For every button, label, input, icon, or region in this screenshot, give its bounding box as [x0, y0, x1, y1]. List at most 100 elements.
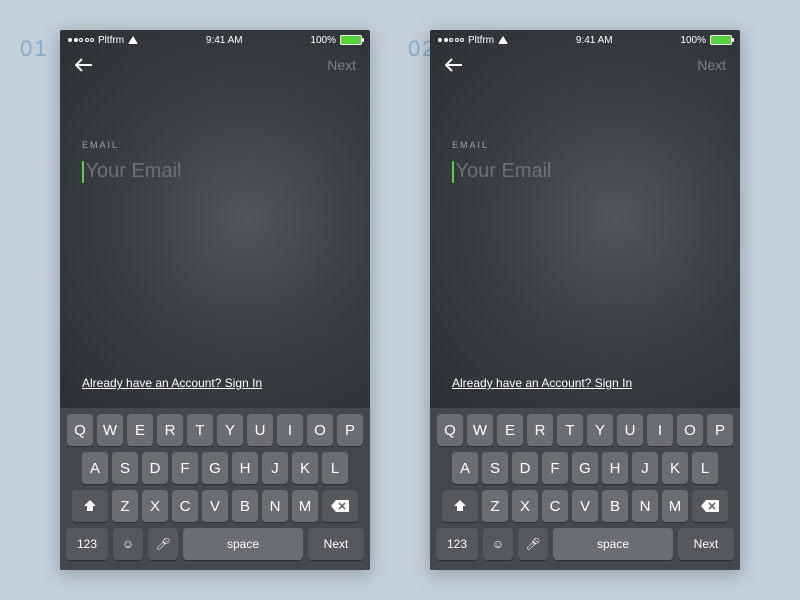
key-l[interactable]: L — [322, 452, 348, 484]
dictation-key[interactable]: 🎤︎ — [518, 528, 548, 560]
key-w[interactable]: W — [97, 414, 123, 446]
key-s[interactable]: S — [112, 452, 138, 484]
battery-icon — [340, 35, 362, 45]
key-b[interactable]: B — [232, 490, 258, 522]
keyboard: QWERTYUIOP ASDFGHJKL ZXCVBNM 123 ☺ 🎤︎ sp… — [430, 408, 740, 570]
key-n[interactable]: N — [262, 490, 288, 522]
key-t[interactable]: T — [557, 414, 583, 446]
key-z[interactable]: Z — [482, 490, 508, 522]
emoji-key[interactable]: ☺ — [113, 528, 143, 560]
carrier-label: Pltfrm — [98, 35, 124, 46]
arrow-left-icon — [75, 58, 93, 72]
email-field[interactable]: Your Email — [82, 160, 348, 183]
key-m[interactable]: M — [662, 490, 688, 522]
key-u[interactable]: U — [247, 414, 273, 446]
status-bar: Pltfrm 9:41 AM 100% — [430, 30, 740, 48]
email-placeholder: Your Email — [456, 160, 552, 183]
sign-in-link[interactable]: Already have an Account? Sign In — [452, 376, 632, 390]
email-label: EMAIL — [452, 140, 718, 150]
key-y[interactable]: Y — [587, 414, 613, 446]
key-z[interactable]: Z — [112, 490, 138, 522]
key-f[interactable]: F — [542, 452, 568, 484]
key-c[interactable]: C — [542, 490, 568, 522]
backspace-key[interactable] — [322, 490, 358, 522]
carrier-label: Pltfrm — [468, 35, 494, 46]
back-button[interactable] — [444, 55, 464, 75]
email-field[interactable]: Your Email — [452, 160, 718, 183]
key-d[interactable]: D — [142, 452, 168, 484]
key-q[interactable]: Q — [67, 414, 93, 446]
key-g[interactable]: G — [202, 452, 228, 484]
arrow-left-icon — [445, 58, 463, 72]
shift-key[interactable] — [442, 490, 478, 522]
phone-screen-1: Pltfrm 9:41 AM 100% Next EMAIL Your Emai… — [60, 30, 370, 570]
key-v[interactable]: V — [202, 490, 228, 522]
signal-dots-icon — [68, 38, 94, 42]
mic-icon: 🎤︎ — [525, 537, 540, 551]
mic-icon: 🎤︎ — [155, 537, 170, 551]
key-j[interactable]: J — [632, 452, 658, 484]
key-p[interactable]: P — [337, 414, 363, 446]
space-key[interactable]: space — [183, 528, 303, 560]
space-key[interactable]: space — [553, 528, 673, 560]
back-button[interactable] — [74, 55, 94, 75]
key-e[interactable]: E — [127, 414, 153, 446]
key-h[interactable]: H — [232, 452, 258, 484]
key-c[interactable]: C — [172, 490, 198, 522]
key-a[interactable]: A — [82, 452, 108, 484]
key-r[interactable]: R — [157, 414, 183, 446]
key-l[interactable]: L — [692, 452, 718, 484]
dictation-key[interactable]: 🎤︎ — [148, 528, 178, 560]
screen-index-01: 01 — [20, 36, 48, 62]
text-cursor-icon — [452, 161, 454, 183]
backspace-icon — [701, 500, 719, 512]
key-b[interactable]: B — [602, 490, 628, 522]
key-y[interactable]: Y — [217, 414, 243, 446]
next-button[interactable]: Next — [697, 57, 726, 73]
key-n[interactable]: N — [632, 490, 658, 522]
emoji-key[interactable]: ☺ — [483, 528, 513, 560]
key-f[interactable]: F — [172, 452, 198, 484]
shift-key[interactable] — [72, 490, 108, 522]
key-o[interactable]: O — [307, 414, 333, 446]
phone-screen-2: Pltfrm 9:41 AM 100% Next EMAIL Your Emai… — [430, 30, 740, 570]
key-t[interactable]: T — [187, 414, 213, 446]
numbers-key[interactable]: 123 — [436, 528, 478, 560]
wifi-icon — [128, 36, 138, 44]
battery-icon — [710, 35, 732, 45]
key-w[interactable]: W — [467, 414, 493, 446]
next-button[interactable]: Next — [327, 57, 356, 73]
emoji-icon: ☺ — [492, 537, 504, 551]
key-u[interactable]: U — [617, 414, 643, 446]
key-i[interactable]: I — [647, 414, 673, 446]
shift-icon — [453, 499, 467, 513]
key-r[interactable]: R — [527, 414, 553, 446]
backspace-icon — [331, 500, 349, 512]
key-v[interactable]: V — [572, 490, 598, 522]
key-p[interactable]: P — [707, 414, 733, 446]
key-o[interactable]: O — [677, 414, 703, 446]
key-d[interactable]: D — [512, 452, 538, 484]
key-s[interactable]: S — [482, 452, 508, 484]
key-k[interactable]: K — [292, 452, 318, 484]
key-x[interactable]: X — [512, 490, 538, 522]
email-placeholder: Your Email — [86, 160, 182, 183]
return-key[interactable]: Next — [308, 528, 364, 560]
key-q[interactable]: Q — [437, 414, 463, 446]
key-k[interactable]: K — [662, 452, 688, 484]
wifi-icon — [498, 36, 508, 44]
key-i[interactable]: I — [277, 414, 303, 446]
emoji-icon: ☺ — [122, 537, 134, 551]
key-g[interactable]: G — [572, 452, 598, 484]
return-key[interactable]: Next — [678, 528, 734, 560]
key-m[interactable]: M — [292, 490, 318, 522]
backspace-key[interactable] — [692, 490, 728, 522]
key-j[interactable]: J — [262, 452, 288, 484]
key-x[interactable]: X — [142, 490, 168, 522]
battery-pct: 100% — [680, 35, 706, 46]
key-h[interactable]: H — [602, 452, 628, 484]
key-e[interactable]: E — [497, 414, 523, 446]
sign-in-link[interactable]: Already have an Account? Sign In — [82, 376, 262, 390]
numbers-key[interactable]: 123 — [66, 528, 108, 560]
key-a[interactable]: A — [452, 452, 478, 484]
